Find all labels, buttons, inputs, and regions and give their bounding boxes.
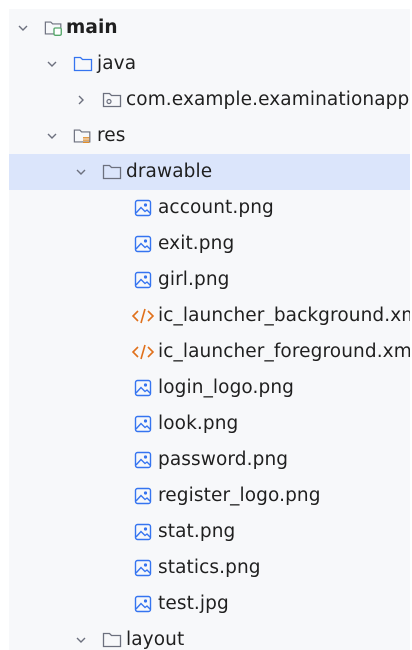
tree-node-label: drawable: [126, 161, 213, 182]
tree-node-layout[interactable]: layout: [9, 622, 410, 650]
image-file-icon: [133, 414, 153, 434]
chevron-down-icon[interactable]: [74, 633, 88, 647]
chevron-down-icon[interactable]: [74, 165, 88, 179]
tree-node-label: com.example.examinationapp: [126, 89, 410, 110]
tree-file-item[interactable]: statics.png: [9, 550, 410, 586]
file-name: stat.png: [158, 521, 236, 542]
tree-file-item[interactable]: password.png: [9, 442, 410, 478]
chevron-down-icon[interactable]: [45, 129, 59, 143]
image-file-icon: [133, 450, 153, 470]
tree-node-label: main: [66, 17, 118, 38]
folder-icon: [102, 630, 122, 650]
project-tree: main java com.example.examinationapp res: [9, 9, 410, 650]
tree-file-item[interactable]: exit.png: [9, 226, 410, 262]
tree-file-item[interactable]: ic_launcher_foreground.xml: [9, 334, 410, 370]
image-file-icon: [133, 522, 153, 542]
chevron-right-icon[interactable]: [74, 93, 88, 107]
file-name: ic_launcher_background.xml: [158, 305, 410, 326]
source-folder-icon: [73, 54, 93, 74]
image-file-icon: [133, 198, 153, 218]
tree-file-item[interactable]: stat.png: [9, 514, 410, 550]
tree-file-item[interactable]: look.png: [9, 406, 410, 442]
file-name: look.png: [158, 413, 239, 434]
tree-node-drawable[interactable]: drawable: [9, 154, 410, 190]
package-folder-icon: [102, 90, 122, 110]
xml-file-icon: [130, 342, 156, 362]
image-file-icon: [133, 486, 153, 506]
tree-file-item[interactable]: account.png: [9, 190, 410, 226]
file-name: test.jpg: [158, 593, 229, 614]
tree-node-res[interactable]: res: [9, 118, 410, 154]
chevron-down-icon[interactable]: [16, 21, 30, 35]
file-name: register_logo.png: [158, 485, 321, 506]
tree-file-item[interactable]: register_logo.png: [9, 478, 410, 514]
tree-file-item[interactable]: test.jpg: [9, 586, 410, 622]
tree-file-item[interactable]: login_logo.png: [9, 370, 410, 406]
folder-icon: [102, 162, 122, 182]
tree-node-package[interactable]: com.example.examinationapp: [9, 82, 410, 118]
file-name: ic_launcher_foreground.xml: [158, 341, 410, 362]
image-file-icon: [133, 594, 153, 614]
tree-file-item[interactable]: ic_launcher_background.xml: [9, 298, 410, 334]
file-name: exit.png: [158, 233, 235, 254]
image-file-icon: [133, 270, 153, 290]
image-file-icon: [133, 558, 153, 578]
file-name: statics.png: [158, 557, 261, 578]
file-name: login_logo.png: [158, 377, 295, 398]
chevron-down-icon[interactable]: [45, 57, 59, 71]
module-folder-icon: [44, 18, 64, 38]
tree-node-java[interactable]: java: [9, 46, 410, 82]
tree-node-label: java: [97, 53, 137, 74]
xml-file-icon: [130, 306, 156, 326]
image-file-icon: [133, 378, 153, 398]
resource-folder-icon: [73, 126, 93, 146]
tree-file-item[interactable]: girl.png: [9, 262, 410, 298]
file-name: account.png: [158, 197, 274, 218]
image-file-icon: [133, 234, 153, 254]
tree-node-label: layout: [126, 629, 185, 650]
file-name: password.png: [158, 449, 289, 470]
tree-node-label: res: [97, 125, 126, 146]
tree-node-main[interactable]: main: [9, 10, 410, 46]
file-name: girl.png: [158, 269, 230, 290]
